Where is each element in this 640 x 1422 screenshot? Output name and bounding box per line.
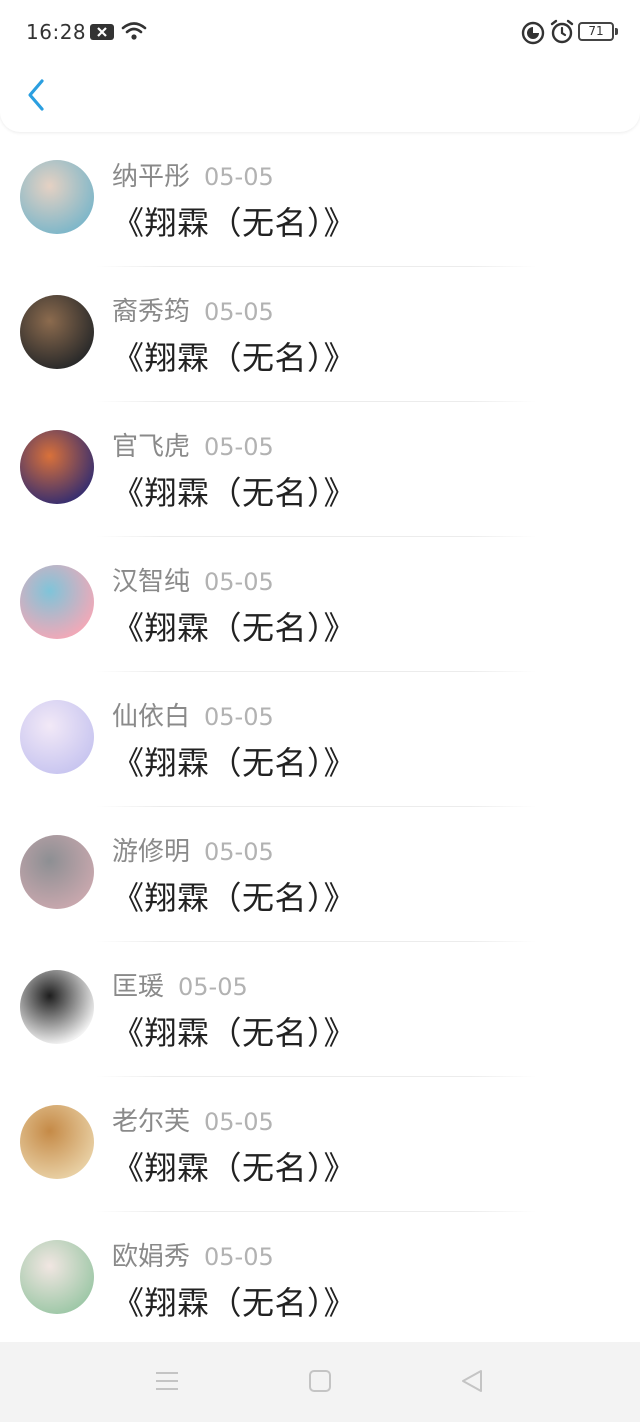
- item-meta: 欧娟秀 05-05: [112, 1236, 274, 1273]
- avatar-image: [20, 835, 94, 909]
- back-button[interactable]: [18, 76, 54, 118]
- avatar-image: [20, 1240, 94, 1314]
- list-item[interactable]: 欧娟秀 05-05 《翔霖（无名）》: [0, 1212, 640, 1340]
- item-meta: 老尔芙 05-05: [112, 1101, 274, 1138]
- item-meta: 仙依白 05-05: [112, 696, 274, 733]
- status-time: 16:28: [26, 20, 87, 44]
- list-item[interactable]: 仙依白 05-05 《翔霖（无名）》: [0, 672, 640, 807]
- avatar[interactable]: [20, 700, 94, 774]
- list-item[interactable]: 官飞虎 05-05 《翔霖（无名）》: [0, 402, 640, 537]
- wifi-icon: [121, 20, 147, 46]
- item-date: 05-05: [204, 703, 274, 731]
- avatar[interactable]: [20, 1105, 94, 1179]
- notification-icon: [89, 22, 115, 46]
- item-meta: 纳平彤 05-05: [112, 156, 274, 193]
- item-author: 游修明: [112, 837, 191, 867]
- item-author: 仙依白: [112, 702, 191, 732]
- item-date: 05-05: [204, 163, 274, 191]
- alarm-icon: [550, 19, 574, 49]
- avatar-image: [20, 430, 94, 504]
- avatar[interactable]: [20, 430, 94, 504]
- item-title: 《翔霖（无名）》: [112, 204, 357, 242]
- item-date: 05-05: [178, 973, 248, 1001]
- item-title: 《翔霖（无名）》: [112, 1014, 357, 1052]
- top-bar: 16:28 71: [0, 0, 640, 132]
- item-date: 05-05: [204, 1243, 274, 1271]
- message-list[interactable]: 纳平彤 05-05 《翔霖（无名）》 裔秀筠 05-05 《翔霖（无名）》 官飞虎 05-05…: [0, 132, 640, 1340]
- battery-icon: 71: [578, 22, 618, 41]
- item-date: 05-05: [204, 1108, 274, 1136]
- item-author: 裔秀筠: [112, 297, 191, 327]
- status-bar: 16:28 71: [0, 0, 640, 64]
- avatar-image: [20, 700, 94, 774]
- menu-button[interactable]: [150, 1366, 184, 1400]
- list-item[interactable]: 游修明 05-05 《翔霖（无名）》: [0, 807, 640, 942]
- menu-icon: [154, 1370, 180, 1396]
- list-item[interactable]: 汉智纯 05-05 《翔霖（无名）》: [0, 537, 640, 672]
- avatar-image: [20, 1105, 94, 1179]
- item-author: 老尔芙: [112, 1107, 191, 1137]
- item-date: 05-05: [204, 298, 274, 326]
- list-item[interactable]: 裔秀筠 05-05 《翔霖（无名）》: [0, 267, 640, 402]
- item-title: 《翔霖（无名）》: [112, 744, 357, 782]
- item-author: 汉智纯: [112, 567, 191, 597]
- avatar[interactable]: [20, 835, 94, 909]
- avatar[interactable]: [20, 1240, 94, 1314]
- item-meta: 游修明 05-05: [112, 831, 274, 868]
- home-button[interactable]: [303, 1366, 337, 1400]
- avatar-image: [20, 295, 94, 369]
- square-home-icon: [308, 1369, 332, 1397]
- avatar[interactable]: [20, 970, 94, 1044]
- item-date: 05-05: [204, 568, 274, 596]
- vpn-icon: [521, 21, 545, 49]
- system-back-button[interactable]: [455, 1366, 489, 1400]
- item-author: 官飞虎: [112, 432, 191, 462]
- item-title: 《翔霖（无名）》: [112, 1284, 357, 1322]
- item-meta: 官飞虎 05-05: [112, 426, 274, 463]
- avatar[interactable]: [20, 565, 94, 639]
- avatar[interactable]: [20, 295, 94, 369]
- list-item[interactable]: 纳平彤 05-05 《翔霖（无名）》: [0, 132, 640, 267]
- triangle-back-icon: [459, 1368, 485, 1398]
- item-title: 《翔霖（无名）》: [112, 339, 357, 377]
- item-author: 纳平彤: [112, 162, 191, 192]
- item-title: 《翔霖（无名）》: [112, 609, 357, 647]
- item-title: 《翔霖（无名）》: [112, 879, 357, 917]
- avatar-image: [20, 565, 94, 639]
- item-author: 欧娟秀: [112, 1242, 191, 1272]
- item-meta: 裔秀筠 05-05: [112, 291, 274, 328]
- chevron-left-icon: [26, 78, 46, 116]
- avatar[interactable]: [20, 160, 94, 234]
- item-date: 05-05: [204, 433, 274, 461]
- system-nav-bar: [0, 1342, 640, 1422]
- item-meta: 汉智纯 05-05: [112, 561, 274, 598]
- item-title: 《翔霖（无名）》: [112, 1149, 357, 1187]
- item-author: 匡瑗: [112, 972, 165, 1002]
- avatar-image: [20, 970, 94, 1044]
- item-meta: 匡瑗 05-05: [112, 966, 248, 1003]
- item-date: 05-05: [204, 838, 274, 866]
- list-item[interactable]: 匡瑗 05-05 《翔霖（无名）》: [0, 942, 640, 1077]
- avatar-image: [20, 160, 94, 234]
- item-title: 《翔霖（无名）》: [112, 474, 357, 512]
- list-item[interactable]: 老尔芙 05-05 《翔霖（无名）》: [0, 1077, 640, 1212]
